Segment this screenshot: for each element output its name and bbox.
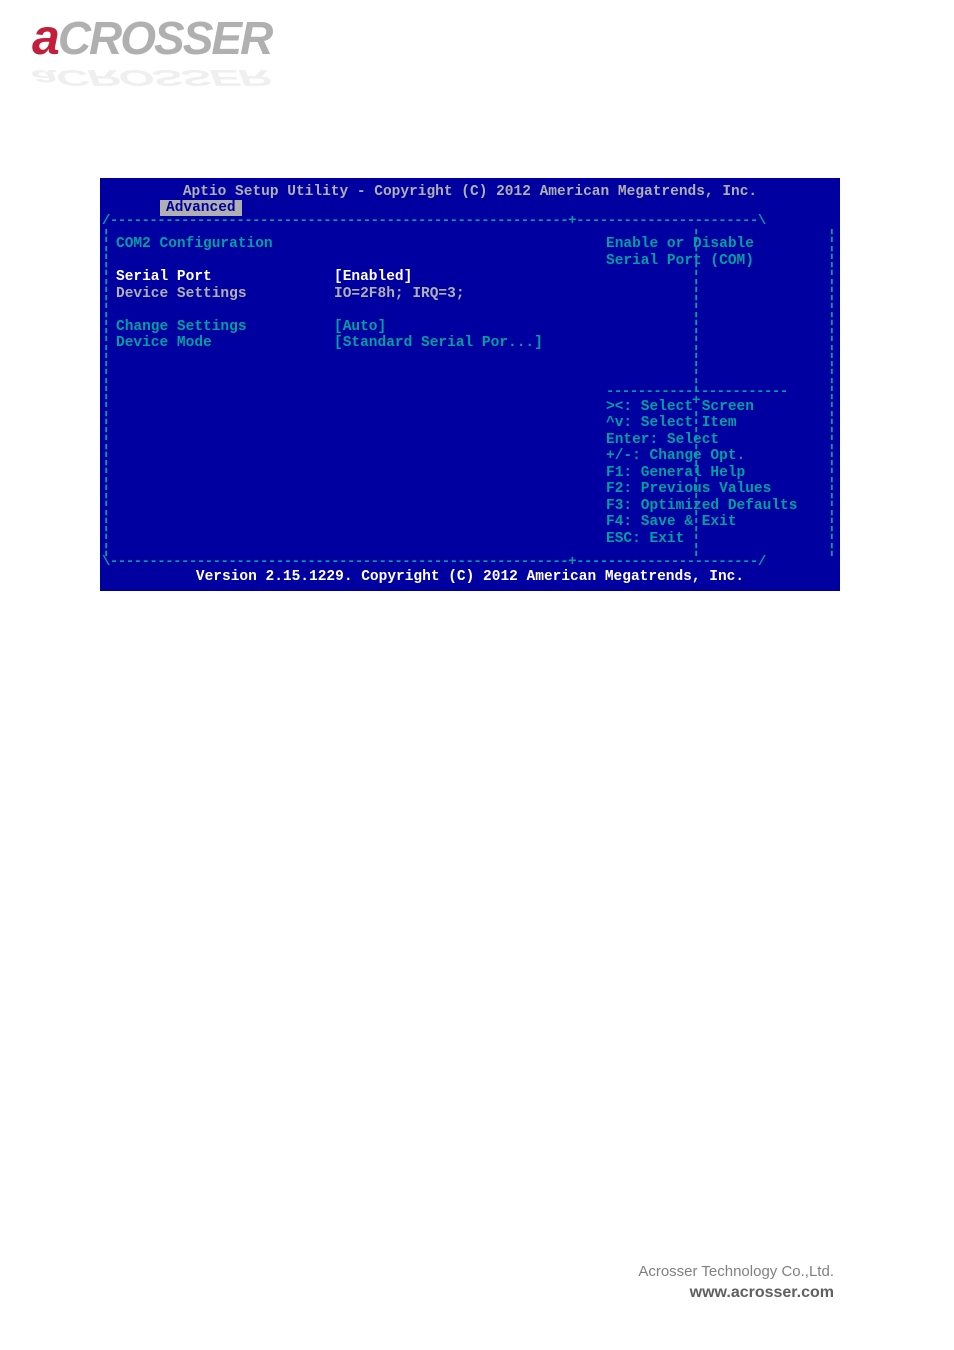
serial-port-label[interactable]: Serial Port	[116, 269, 334, 286]
key-previous-values: F2: Previous Values	[606, 481, 830, 498]
border-vertical: ¦¦¦¦¦¦¦¦¦¦+¦¦¦¦¦¦¦¦¦	[692, 228, 700, 558]
key-general-help: F1: General Help	[606, 465, 830, 482]
footer-company: Acrosser Technology Co.,Ltd.	[638, 1263, 834, 1280]
brand-logo: aCROSSER aCROSSER	[32, 8, 271, 105]
bios-left-panel: COM2 Configuration Serial Port [Enabled]…	[102, 228, 598, 555]
border-left: ¦¦¦¦¦¦¦¦¦¦¦¦¦¦¦¦¦¦¦¦	[102, 228, 110, 558]
key-esc-exit: ESC: Exit	[606, 531, 830, 548]
logo-first-letter: a	[32, 8, 58, 66]
bios-title: Aptio Setup Utility - Copyright (C) 2012…	[102, 180, 838, 200]
footer-url: www.acrosser.com	[638, 1284, 834, 1302]
logo-reflection: aCROSSER	[32, 65, 271, 92]
right-divider: -----------------------	[606, 385, 830, 399]
bios-setup-screen: Aptio Setup Utility - Copyright (C) 2012…	[100, 178, 840, 591]
page-footer: Acrosser Technology Co.,Ltd. www.acrosse…	[638, 1263, 834, 1302]
bios-right-panel: Enable or Disable Serial Port (COM) ----…	[598, 228, 838, 555]
key-change-opt: +/-: Change Opt.	[606, 448, 830, 465]
key-optimized-defaults: F3: Optimized Defaults	[606, 498, 830, 515]
key-save-exit: F4: Save & Exit	[606, 514, 830, 531]
bios-footer: Version 2.15.1229. Copyright (C) 2012 Am…	[102, 569, 838, 589]
change-settings-value[interactable]: [Auto]	[334, 319, 386, 336]
border-bottom: \---------------------------------------…	[102, 555, 838, 569]
section-title: COM2 Configuration	[116, 236, 590, 253]
key-select-screen: ><: Select Screen	[606, 399, 830, 416]
device-mode-value[interactable]: [Standard Serial Por...]	[334, 335, 543, 352]
border-right: ¦¦¦¦¦¦¦¦¦¦¦¦¦¦¦¦¦¦¦¦	[828, 228, 836, 558]
device-settings-label: Device Settings	[116, 286, 334, 303]
bios-body: ¦¦¦¦¦¦¦¦¦¦¦¦¦¦¦¦¦¦¦¦ ¦¦¦¦¦¦¦¦¦¦+¦¦¦¦¦¦¦¦…	[102, 228, 838, 555]
help-text-1: Enable or Disable	[606, 236, 830, 253]
device-mode-label[interactable]: Device Mode	[116, 335, 334, 352]
change-settings-label[interactable]: Change Settings	[116, 319, 334, 336]
key-enter: Enter: Select	[606, 432, 830, 449]
logo-text: CROSSER	[58, 12, 271, 64]
key-select-item: ^v: Select Item	[606, 415, 830, 432]
device-settings-value: IO=2F8h; IRQ=3;	[334, 286, 465, 303]
serial-port-value[interactable]: [Enabled]	[334, 269, 412, 286]
border-top: /---------------------------------------…	[102, 214, 838, 228]
help-text-2: Serial Port (COM)	[606, 253, 830, 270]
